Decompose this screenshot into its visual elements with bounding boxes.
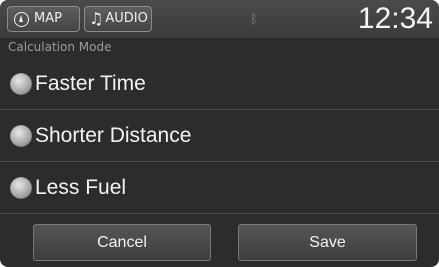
music-note-icon: ♫: [89, 9, 104, 28]
option-label: Less Fuel: [35, 176, 127, 199]
map-button[interactable]: MAP: [7, 6, 80, 32]
page-title: Calculation Mode: [8, 40, 112, 54]
navigation-screen: MAP ♫ AUDIO ᛒ 12:34 Calculation Mode Fas…: [0, 0, 439, 267]
compass-icon: [14, 11, 29, 27]
radio-icon: [10, 177, 32, 199]
audio-button-label: AUDIO: [105, 11, 148, 26]
clock: 12:34: [357, 2, 433, 35]
map-button-label: MAP: [34, 11, 62, 26]
audio-button[interactable]: ♫ AUDIO: [84, 6, 152, 32]
option-less-fuel[interactable]: Less Fuel: [0, 163, 439, 214]
status-bar: MAP ♫ AUDIO ᛒ 12:34: [0, 0, 439, 38]
bluetooth-icon: ᛒ: [250, 12, 258, 27]
radio-icon: [10, 73, 32, 95]
option-label: Shorter Distance: [35, 124, 192, 147]
option-label: Faster Time: [35, 72, 146, 95]
option-faster-time[interactable]: Faster Time: [0, 59, 439, 110]
radio-icon: [10, 125, 32, 147]
save-button[interactable]: Save: [238, 224, 417, 261]
option-shorter-distance[interactable]: Shorter Distance: [0, 111, 439, 162]
cancel-button[interactable]: Cancel: [33, 224, 211, 261]
